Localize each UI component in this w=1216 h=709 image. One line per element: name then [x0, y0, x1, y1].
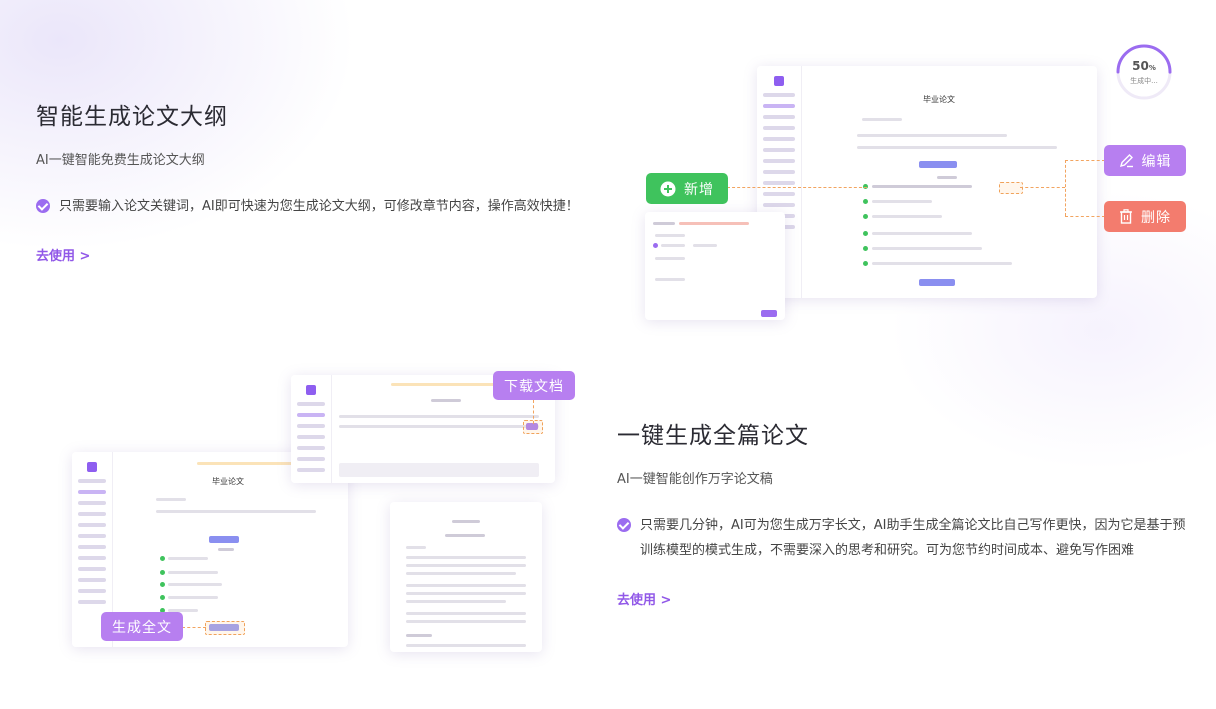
- feature-bullet: 只需要输入论文关键词，AI即可快速为您生成论文大纲，可修改章节内容，操作高效快捷…: [36, 194, 596, 219]
- progress-ring: 50% 生成中...: [1115, 43, 1173, 101]
- plus-circle-icon: [660, 181, 676, 196]
- section-subtitle: AI一键智能创作万字论文稿: [617, 472, 773, 487]
- progress-value: 50%: [1132, 59, 1156, 73]
- action-highlight: [999, 182, 1023, 194]
- check-icon: [36, 199, 50, 213]
- delete-button[interactable]: 删除: [1104, 201, 1186, 232]
- mockup-title: 毕业论文: [212, 477, 244, 486]
- use-link[interactable]: 去使用 >: [36, 245, 90, 264]
- outline-app-screen: 毕业论文: [757, 66, 1097, 298]
- app-logo-icon: [306, 385, 316, 395]
- app-logo-icon: [774, 76, 784, 86]
- section-title: 一键生成全篇论文: [617, 423, 809, 449]
- chapter-editor-screen: [645, 212, 785, 320]
- generate-highlight: [205, 621, 245, 635]
- download-document-button[interactable]: 下载文档: [493, 371, 575, 400]
- section-outline: 智能生成论文大纲 AI一键智能免费生成论文大纲 只需要输入论文关键词，AI即可快…: [36, 97, 596, 264]
- app-logo-icon: [87, 462, 97, 472]
- use-link[interactable]: 去使用 >: [617, 589, 671, 608]
- feature-text: 只需要几分钟，AI可为您生成万字长文，AI助手生成全篇论文比自己写作更快，因为它…: [640, 518, 1186, 558]
- trash-icon: [1120, 209, 1132, 224]
- feature-bullet: 只需要几分钟，AI可为您生成万字长文，AI助手生成全篇论文比自己写作更快，因为它…: [617, 513, 1187, 563]
- mockup-title: 毕业论文: [923, 95, 955, 104]
- section-subtitle: AI一键智能免费生成论文大纲: [36, 153, 205, 168]
- generate-full-text-button[interactable]: 生成全文: [101, 612, 183, 641]
- feature-text: 只需要输入论文关键词，AI即可快速为您生成论文大纲，可修改章节内容，操作高效快捷…: [59, 199, 579, 214]
- add-button[interactable]: 新增: [646, 173, 728, 204]
- mini-sidebar: [291, 375, 332, 483]
- section-title: 智能生成论文大纲: [36, 104, 228, 130]
- edit-button[interactable]: 编辑: [1104, 145, 1186, 176]
- progress-label: 生成中...: [1130, 77, 1158, 85]
- check-icon: [617, 518, 631, 532]
- pencil-icon: [1119, 154, 1133, 168]
- paper-preview-page: [390, 502, 542, 652]
- section-full-paper: 一键生成全篇论文 AI一键智能创作万字论文稿 只需要几分钟，AI可为您生成万字长…: [617, 416, 1187, 608]
